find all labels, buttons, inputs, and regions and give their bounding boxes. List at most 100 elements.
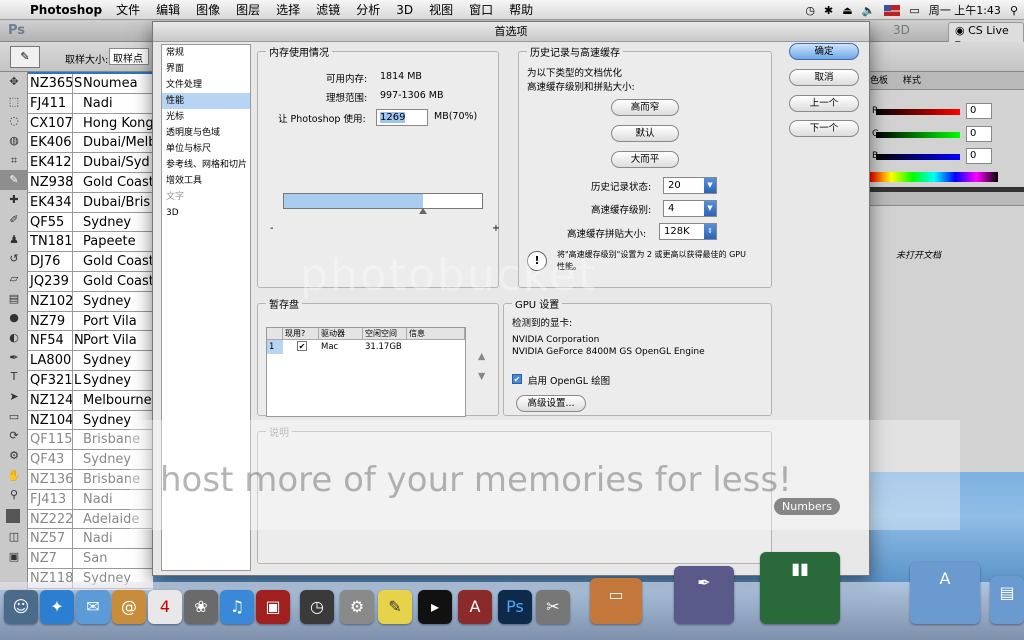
quick-mask-icon[interactable]: ◫ xyxy=(0,527,28,547)
col-info[interactable]: 信息 xyxy=(407,328,465,339)
shape-tool-icon[interactable]: ▭ xyxy=(0,407,28,427)
category-item[interactable]: 透明度与色域 xyxy=(162,125,250,141)
menu-filter[interactable]: 滤镜 xyxy=(316,1,340,18)
dock-timemachine-icon[interactable]: ◷ xyxy=(300,590,334,624)
category-item[interactable]: 性能 xyxy=(162,93,250,109)
active-checkbox[interactable]: ✔ xyxy=(297,341,307,351)
dock-keynote-icon[interactable]: ▭ xyxy=(590,578,642,624)
table-row[interactable]: NZ124 Melbourne xyxy=(28,390,153,411)
next-button[interactable]: 下一个 xyxy=(789,120,859,137)
table-row[interactable]: QF55 Sydney xyxy=(28,212,153,233)
col-drive[interactable]: 驱动器 xyxy=(319,328,363,339)
history-states-select[interactable]: 20 ▼ xyxy=(663,177,717,194)
cache-tile-size-select[interactable]: 128K ⇕ xyxy=(659,223,717,240)
previous-button[interactable]: 上一个 xyxy=(789,95,859,112)
3d-orbit-tool-icon[interactable]: ⚙ xyxy=(0,446,28,466)
menu-image[interactable]: 图像 xyxy=(196,1,220,18)
table-row[interactable]: JQ239 Gold Coast xyxy=(28,271,153,292)
menu-layer[interactable]: 图层 xyxy=(236,1,260,18)
menu-view[interactable]: 视图 xyxy=(429,1,453,18)
dock-systemprefs-icon[interactable]: ⚙ xyxy=(340,590,374,624)
dock-applications-folder-icon[interactable]: A xyxy=(910,562,980,624)
menu-select[interactable]: 选择 xyxy=(276,1,300,18)
marquee-tool-icon[interactable]: ⬚ xyxy=(0,92,28,112)
table-row[interactable]: NZ136 Brisbane xyxy=(28,469,153,490)
table-row[interactable]: NZ222 Adelaide xyxy=(28,509,153,530)
blue-value[interactable]: 0 xyxy=(966,148,992,164)
dock-ical-icon[interactable]: 4 xyxy=(148,590,182,624)
eyedropper-tool-icon[interactable]: ✎ xyxy=(0,170,28,191)
hand-tool-icon[interactable]: ✋ xyxy=(0,466,28,486)
menubar-clock[interactable]: 周一 上午1:43 xyxy=(929,2,1001,18)
default-button[interactable]: 默认 xyxy=(611,125,679,142)
move-up-icon[interactable]: ▲ xyxy=(478,351,485,362)
gradient-tool-icon[interactable]: ▤ xyxy=(0,289,28,309)
history-brush-tool-icon[interactable]: ↺ xyxy=(0,249,28,269)
big-flat-button[interactable]: 大而平 xyxy=(611,151,679,168)
menu-3d[interactable]: 3D xyxy=(396,3,413,17)
blue-slider[interactable] xyxy=(876,154,960,160)
path-select-tool-icon[interactable]: ➤ xyxy=(0,387,28,407)
quick-select-tool-icon[interactable]: ◍ xyxy=(0,131,28,151)
dock-itunes-icon[interactable]: ♫ xyxy=(220,590,254,624)
table-row[interactable]: LA800 Sydney xyxy=(28,351,153,371)
table-row[interactable]: NZ938 Gold Coast xyxy=(28,172,153,193)
healing-brush-tool-icon[interactable]: ✚ xyxy=(0,190,28,210)
table-row[interactable]: FJ413 Nadi xyxy=(28,489,153,510)
time-machine-icon[interactable]: ◷ xyxy=(805,4,815,17)
type-tool-icon[interactable]: T xyxy=(0,367,28,387)
bluetooth-icon[interactable]: ✱ xyxy=(824,4,833,17)
dock-iphoto-icon[interactable]: ❀ xyxy=(184,590,218,624)
table-row[interactable]: EK412 Dubai/Syd xyxy=(28,153,153,173)
dock-safari-icon[interactable]: ✦ xyxy=(40,590,74,624)
dock-finder-icon[interactable]: ☺ xyxy=(4,590,38,624)
dock-photoshop-icon[interactable]: Ps xyxy=(498,590,532,624)
table-row[interactable]: NZ365 S Noumea xyxy=(28,74,153,94)
sample-size-select[interactable]: 取样点 xyxy=(109,48,149,65)
dock-stickies-icon[interactable]: ✎ xyxy=(378,590,412,624)
tab-swatches[interactable]: 色板 xyxy=(870,76,888,86)
table-row[interactable]: FJ411 Nadi xyxy=(28,93,153,114)
move-tool-icon[interactable]: ✥ xyxy=(0,72,28,92)
green-slider[interactable] xyxy=(876,132,960,138)
category-item[interactable]: 光标 xyxy=(162,109,250,125)
table-row[interactable]: 1 ✔ Mac 31.17GB xyxy=(267,340,465,354)
app-menu[interactable]: Photoshop xyxy=(30,3,102,17)
dock-addressbook-icon[interactable]: @ xyxy=(112,590,146,624)
table-row[interactable]: NZ7 San xyxy=(28,549,153,569)
spotlight-icon[interactable]: ⚲ xyxy=(1010,4,1018,17)
3d-rotate-tool-icon[interactable]: ⟳ xyxy=(0,426,28,446)
enable-opengl-checkbox[interactable]: ✔ xyxy=(512,374,522,384)
table-row[interactable]: DJ76 Gold Coast xyxy=(28,252,153,272)
cache-levels-select[interactable]: 4 ▼ xyxy=(663,200,717,217)
dock-dictionary-icon[interactable]: A xyxy=(458,590,492,624)
col-active[interactable]: 现用? xyxy=(283,328,319,339)
category-item[interactable]: 文件处理 xyxy=(162,77,250,93)
eraser-tool-icon[interactable]: ▱ xyxy=(0,269,28,289)
table-row[interactable]: TN181 Papeete xyxy=(28,232,153,253)
ok-button[interactable]: 确定 xyxy=(789,43,859,60)
advanced-settings-button[interactable]: 高级设置... xyxy=(516,395,586,412)
dock-ichat-icon[interactable]: ✉ xyxy=(76,590,110,624)
table-row[interactable]: EK434 Dubai/Bris xyxy=(28,192,153,213)
menu-analysis[interactable]: 分析 xyxy=(356,1,380,18)
foreground-color-swatch[interactable] xyxy=(6,509,20,524)
dock-documents-folder-icon[interactable]: ▤ xyxy=(990,576,1024,624)
red-value[interactable]: 0 xyxy=(966,103,992,119)
menu-file[interactable]: 文件 xyxy=(116,1,140,18)
dock-utility-icon[interactable]: ✂ xyxy=(536,590,570,624)
dock-numbers-icon[interactable]: ▮▮ xyxy=(760,552,840,624)
memory-usage-input[interactable]: 1269 xyxy=(376,109,428,126)
blur-tool-icon[interactable]: ● xyxy=(0,308,28,328)
memory-slider-thumb[interactable] xyxy=(418,208,427,214)
dodge-tool-icon[interactable]: ◐ xyxy=(0,328,28,348)
menu-help[interactable]: 帮助 xyxy=(509,1,533,18)
table-row[interactable]: EK406 Dubai/Melb xyxy=(28,133,153,154)
table-row[interactable]: QF43 Sydney xyxy=(28,450,153,470)
menu-edit[interactable]: 编辑 xyxy=(156,1,180,18)
dock-pages-icon[interactable]: ✒ xyxy=(674,566,734,624)
crop-tool-icon[interactable]: ⌗ xyxy=(0,151,28,171)
table-row[interactable]: NZ102 Sydney xyxy=(28,291,153,312)
input-source-flag-icon[interactable] xyxy=(884,4,901,16)
move-down-icon[interactable]: ▼ xyxy=(478,371,485,382)
